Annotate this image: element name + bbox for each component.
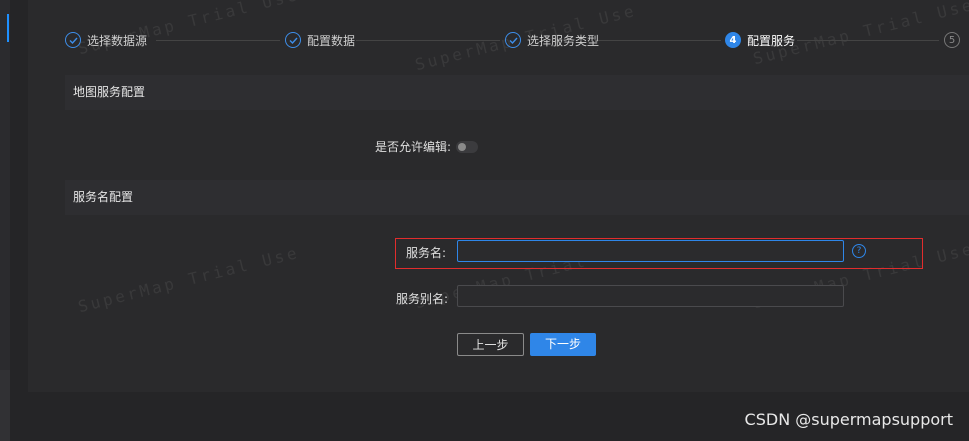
sidebar-bottom-block (0, 370, 10, 441)
step-label: 配置数据 (307, 33, 356, 48)
credit-watermark: CSDN @supermapsupport (744, 410, 953, 429)
step-number-badge: 5 (944, 32, 960, 48)
step-progress-bar: 选择数据源 配置数据 选择服务类型 4 配置服务 5 (0, 0, 969, 80)
next-step-button[interactable]: 下一步 (530, 333, 596, 356)
service-name-label: 服务名: (406, 246, 447, 260)
check-icon (505, 32, 521, 48)
toggle-knob (458, 143, 466, 151)
help-icon[interactable]: ? (852, 244, 866, 258)
step-connector (597, 40, 721, 41)
allow-edit-label: 是否允许编辑: (375, 140, 452, 154)
step-five[interactable]: 5 (944, 30, 960, 50)
check-icon (285, 32, 301, 48)
check-icon (65, 32, 81, 48)
step-label: 选择数据源 (87, 33, 148, 48)
service-name-input[interactable] (457, 240, 844, 262)
step-connector (356, 40, 500, 41)
step-connector (156, 40, 280, 41)
step-label: 配置服务 (747, 33, 796, 48)
step-select-datasource[interactable]: 选择数据源 (65, 30, 147, 50)
service-alias-input[interactable] (457, 285, 844, 307)
previous-step-button[interactable]: 上一步 (457, 333, 524, 356)
step-connector (797, 40, 939, 41)
section-header-map-service: 地图服务配置 (65, 75, 969, 110)
step-label: 选择服务类型 (527, 33, 600, 48)
allow-edit-toggle[interactable] (456, 141, 478, 153)
step-configure-data[interactable]: 配置数据 (285, 30, 355, 50)
service-alias-label: 服务别名: (396, 292, 449, 306)
step-select-service-type[interactable]: 选择服务类型 (505, 30, 599, 50)
section-header-service-name: 服务名配置 (65, 180, 969, 215)
step-configure-service[interactable]: 4 配置服务 (725, 30, 795, 50)
step-number-badge: 4 (725, 32, 741, 48)
